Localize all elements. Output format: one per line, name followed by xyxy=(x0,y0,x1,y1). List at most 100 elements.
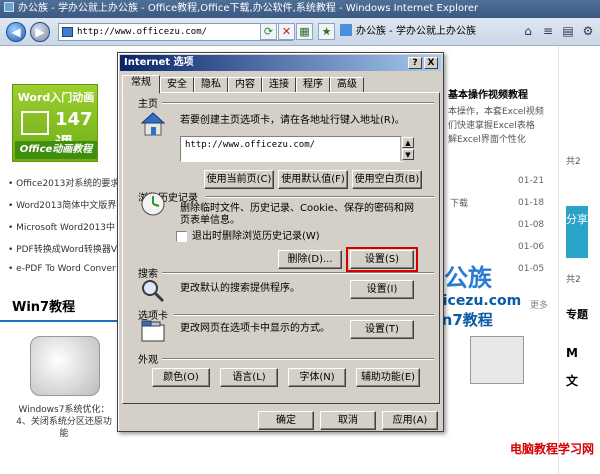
home-icon[interactable]: ⌂ xyxy=(520,23,536,39)
toolbox-icon[interactable] xyxy=(470,336,524,384)
forward-button[interactable]: ▶ xyxy=(30,22,50,42)
tab-strip: 常规 安全 隐私 内容 连接 程序 高级 xyxy=(122,75,442,94)
address-bar[interactable]: http://www.officezu.com/ xyxy=(58,23,293,41)
list-item[interactable]: • Office2013对系统的要求 xyxy=(8,176,118,190)
feeds-icon[interactable]: ≡ xyxy=(540,23,556,39)
help-button[interactable]: ? xyxy=(408,57,422,69)
back-button[interactable]: ◀ xyxy=(6,22,26,42)
page-icon xyxy=(62,27,73,37)
video-course-title[interactable]: 基本操作视频教程 xyxy=(448,86,556,101)
internet-options-dialog: Internet 选项 ? X 常规 安全 隐私 内容 连接 程序 高级 主页 … xyxy=(117,52,444,432)
browser-tab[interactable]: 办公族 - 学办公就上办公族 xyxy=(340,23,480,41)
promo-banner[interactable]: Word入门动画 147课 Office动画教程 xyxy=(12,84,98,162)
date-label: 01-18 xyxy=(518,198,545,208)
history-desc: 删除临时文件、历史记录、Cookie、保存的密码和网页表单信息。 xyxy=(180,203,414,226)
delete-button[interactable]: 删除(D)... xyxy=(278,250,342,269)
list-item-text: Word2013简体中文版界面 xyxy=(16,201,118,211)
favicon-icon xyxy=(340,24,352,36)
tab-programs[interactable]: 程序 xyxy=(296,77,330,93)
side-label: 共2 xyxy=(566,157,581,167)
stop-icon[interactable]: ✕ xyxy=(278,23,295,40)
list-item[interactable]: • PDF转换成Word转换器V xyxy=(8,242,118,256)
apply-button[interactable]: 应用(A) xyxy=(382,411,438,430)
compatibility-icon[interactable]: ▦ xyxy=(296,23,313,40)
dialog-title: Internet 选项 xyxy=(124,57,194,68)
divider xyxy=(174,314,434,316)
back-arrow-icon: ◀ xyxy=(11,25,21,39)
promo-title: Word入门动画 xyxy=(17,91,95,104)
window-title: 办公族 - 学办公就上办公族 - Office教程,Office下载,办公软件,… xyxy=(18,3,479,14)
divider xyxy=(162,272,434,274)
tab-general[interactable]: 常规 xyxy=(122,75,160,94)
course-desc: 本操作，本套Excel视频 xyxy=(448,107,544,117)
tab-title: 办公族 - 学办公就上办公族 xyxy=(356,26,476,37)
divider xyxy=(162,358,434,360)
windows-disc-icon[interactable] xyxy=(30,336,100,396)
divider xyxy=(162,102,434,104)
navigation-bar: ◀ ▶ http://www.officezu.com/ ▦ ⟳ ✕ ★ 办公族… xyxy=(0,18,600,46)
article-caption[interactable]: Windows7系统优化：4、关闭系统分区还原功能 xyxy=(16,404,112,440)
tab-connections[interactable]: 连接 xyxy=(262,77,296,93)
accessibility-button[interactable]: 辅助功能(E) xyxy=(356,368,420,387)
house-icon xyxy=(140,112,166,136)
use-blank-button[interactable]: 使用空白页(B) xyxy=(352,170,422,189)
use-default-button[interactable]: 使用默认值(F) xyxy=(278,170,348,189)
list-item[interactable]: • Microsoft Word2013中 xyxy=(8,220,118,234)
cancel-button[interactable]: 取消 xyxy=(320,411,376,430)
side-label: M xyxy=(566,346,578,360)
watermark: 电脑教程学习网 xyxy=(509,442,594,456)
home-section-label: 主页 xyxy=(138,99,158,110)
list-item-text: Microsoft Word2013中 xyxy=(16,223,116,233)
languages-button[interactable]: 语言(L) xyxy=(220,368,278,387)
home-field-scrollbar[interactable]: ▲ ▼ xyxy=(400,137,414,161)
search-settings-button[interactable]: 设置(I) xyxy=(350,280,414,299)
side-label: 专题 xyxy=(566,308,588,321)
search-desc: 更改默认的搜索提供程序。 xyxy=(180,283,300,294)
side-label: 共2 xyxy=(566,275,581,285)
scroll-up-icon[interactable]: ▲ xyxy=(402,137,414,148)
history-icon xyxy=(141,192,165,216)
divider xyxy=(206,196,434,198)
section-underline xyxy=(0,320,118,322)
date-label: 01-21 xyxy=(518,176,545,186)
tools-icon[interactable]: ⚙ xyxy=(580,23,596,39)
side-label: 文 xyxy=(566,374,579,388)
section-title: Win7教程 xyxy=(12,300,76,315)
close-button[interactable]: X xyxy=(424,57,438,69)
fonts-button[interactable]: 字体(N) xyxy=(288,368,346,387)
ie-logo-icon xyxy=(4,2,14,12)
tab-advanced[interactable]: 高级 xyxy=(330,77,364,93)
date-label: 01-08 xyxy=(518,220,545,230)
tab-content[interactable]: 内容 xyxy=(228,77,262,93)
use-current-button[interactable]: 使用当前页(C) xyxy=(204,170,274,189)
address-text: http://www.officezu.com/ xyxy=(77,27,208,37)
date-label: 01-06 xyxy=(518,242,545,252)
tab-security[interactable]: 安全 xyxy=(160,77,194,93)
more-link[interactable]: 更多 xyxy=(530,298,548,311)
list-item[interactable]: • e-PDF To Word Conver xyxy=(8,264,118,278)
tabs-settings-button[interactable]: 设置(T) xyxy=(350,320,414,339)
right-sidebar xyxy=(558,46,600,474)
home-desc: 若要创建主页选项卡，请在各地址行键入地址(R)。 xyxy=(180,115,405,126)
home-url-field[interactable]: http://www.officezu.com/ xyxy=(180,136,402,162)
ok-button[interactable]: 确定 xyxy=(258,411,314,430)
forward-arrow-icon: ▶ xyxy=(35,25,45,39)
tab-privacy[interactable]: 隐私 xyxy=(194,77,228,93)
search-icon xyxy=(142,280,165,303)
promo-footer: Office动画教程 xyxy=(15,141,97,159)
colors-button[interactable]: 颜色(O) xyxy=(152,368,210,387)
delete-on-exit-checkbox[interactable] xyxy=(176,231,187,242)
list-item[interactable]: • Word2013简体中文版界面 xyxy=(8,198,118,212)
scroll-down-icon[interactable]: ▼ xyxy=(402,149,414,160)
highlight-box xyxy=(346,247,418,272)
film-icon xyxy=(21,111,49,135)
window-title-bar: 办公族 - 学办公就上办公族 - Office教程,Office下载,办公软件,… xyxy=(0,0,600,18)
favorites-icon[interactable]: ★ xyxy=(318,23,335,40)
refresh-icon[interactable]: ⟳ xyxy=(260,23,277,40)
share-button[interactable]: 分享 xyxy=(566,206,588,258)
tabs-icon xyxy=(141,320,165,342)
dialog-title-bar: Internet 选项 xyxy=(120,55,441,71)
course-desc: 们快速掌握Excel表格 xyxy=(448,121,535,131)
list-item-text: Office2013对系统的要求 xyxy=(16,179,118,189)
print-icon[interactable]: ▤ xyxy=(560,23,576,39)
